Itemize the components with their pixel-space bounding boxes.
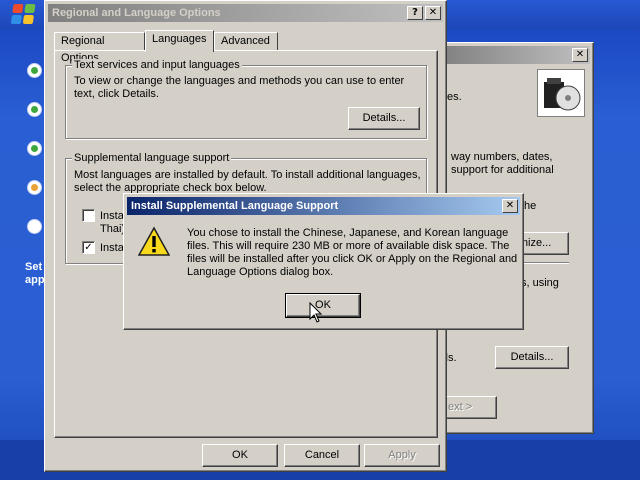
apply-button[interactable]: Apply [364, 444, 440, 467]
setup-step-icon [27, 63, 42, 78]
background-window-text: s, using [521, 277, 559, 289]
dialog-message: files will be installed after you click … [187, 253, 518, 265]
install-supplemental-dialog: Install Supplemental Language Support ✕ … [123, 193, 524, 330]
dialog-title: Install Supplemental Language Support [131, 200, 339, 212]
text-services-description: text, click Details. [74, 88, 159, 100]
tab-advanced[interactable]: Advanced [214, 32, 278, 51]
help-icon[interactable]: ? [407, 6, 423, 20]
warning-icon [137, 226, 171, 258]
window-title: Regional and Language Options [52, 7, 221, 19]
complex-script-label: Thai) [100, 223, 126, 235]
details-button[interactable]: Details... [348, 107, 420, 130]
setup-side-text: Set app [25, 261, 45, 286]
background-window-text: es. [447, 91, 462, 103]
east-asian-label: Insta [100, 242, 124, 254]
tab-regional-options[interactable]: Regional Options [54, 32, 145, 64]
next-button[interactable]: ext > [445, 396, 497, 419]
setup-step-icon [27, 102, 42, 117]
dialog-message: You chose to install the Chinese, Japane… [187, 227, 509, 239]
dialog-titlebar: Install Supplemental Language Support ✕ [127, 197, 520, 215]
background-window-text: way numbers, dates, [451, 151, 553, 163]
setup-step-current-icon [27, 180, 42, 195]
close-icon[interactable]: ✕ [572, 48, 588, 62]
group-label: Text services and input languages [72, 59, 242, 72]
text-services-group: Text services and input languages To vie… [65, 59, 427, 139]
tab-languages[interactable]: Languages [145, 30, 214, 52]
cancel-button[interactable]: Cancel [284, 444, 360, 467]
background-window-titlebar: ✕ [440, 46, 590, 64]
regional-cd-icon [537, 69, 585, 117]
close-icon[interactable]: ✕ [425, 6, 441, 20]
dialog-message: files. This will require 230 MB or more … [187, 240, 510, 252]
close-icon[interactable]: ✕ [502, 199, 518, 213]
supplemental-description: Most languages are installed by default.… [74, 169, 421, 181]
ok-button[interactable]: OK [202, 444, 278, 467]
text-services-description: To view or change the languages and meth… [74, 75, 405, 87]
dialog-message: Language Options dialog box. [187, 266, 334, 278]
setup-step-icon [27, 141, 42, 156]
setup-step-pending-icon [27, 219, 42, 234]
details-button[interactable]: Details... [495, 346, 569, 369]
window-titlebar: Regional and Language Options ? ✕ [48, 4, 443, 22]
complex-script-checkbox[interactable] [82, 209, 95, 222]
background-window-text: support for additional [451, 164, 554, 176]
east-asian-checkbox[interactable]: ✓ [82, 241, 95, 254]
complex-script-label: Insta [100, 210, 124, 222]
group-label: Supplemental language support [72, 152, 232, 165]
dialog-ok-button[interactable]: OK [285, 293, 361, 318]
windows-logo-icon [10, 4, 37, 26]
mouse-cursor-icon [309, 302, 323, 323]
